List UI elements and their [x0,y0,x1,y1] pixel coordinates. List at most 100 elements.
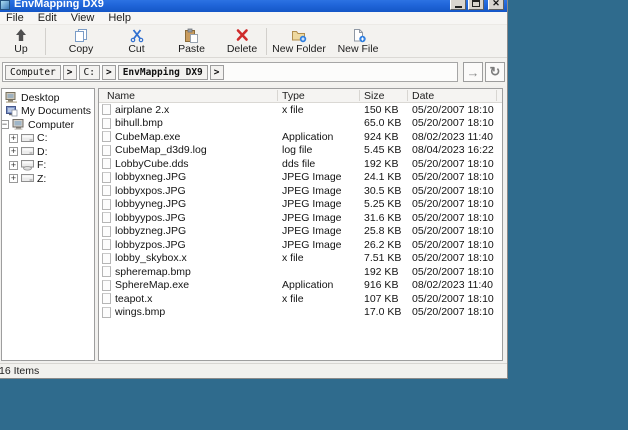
file-size: 30.5 KB [359,185,407,197]
refresh-icon: ↻ [490,64,501,80]
file-row[interactable]: lobbyypos.JPG JPEG Image 31.6 KB 05/20/2… [99,211,502,225]
file-icon [102,280,111,291]
drive-icon [21,146,35,157]
folder-tree-pane: Desktop My Documents − Computer + [1,88,95,361]
file-row[interactable]: lobbyyneg.JPG JPEG Image 5.25 KB 05/20/2… [99,198,502,212]
menu-item-help[interactable]: Help [101,12,138,25]
breadcrumb-segment-envmapping[interactable]: EnvMapping DX9 [118,65,208,80]
breadcrumb-segment-c-drive[interactable]: C: [79,65,100,80]
new-file-button[interactable]: New File [330,25,386,57]
cut-button[interactable]: Cut [109,25,164,57]
window-controls: ✕ [450,0,504,10]
file-row[interactable]: CubeMap.exe Application 924 KB 08/02/202… [99,130,502,144]
file-row[interactable]: lobbyxpos.JPG JPEG Image 30.5 KB 05/20/2… [99,184,502,198]
menu-item-edit[interactable]: Edit [31,12,64,25]
column-separator[interactable] [407,90,408,101]
close-button[interactable]: ✕ [488,0,504,10]
file-icon [102,158,111,169]
paste-icon [184,27,199,43]
expand-expander-icon[interactable]: + [9,134,18,143]
file-date: 05/20/2007 18:10 [407,306,502,318]
title-bar[interactable]: EnvMapping DX9 ✕ [0,0,507,12]
file-size: 31.6 KB [359,212,407,224]
tree-item-drive-d[interactable]: + D: [2,145,94,159]
menu-item-view[interactable]: View [64,12,102,25]
minimize-button[interactable] [450,0,466,10]
tree-item-drive-c[interactable]: + C: [2,132,94,146]
column-separator[interactable] [359,90,360,101]
tree-item-drive-f[interactable]: + F: [2,159,94,173]
file-icon [102,253,111,264]
file-type: JPEG Image [277,239,359,251]
expand-expander-icon[interactable]: + [9,161,18,170]
file-row[interactable]: lobbyzpos.JPG JPEG Image 26.2 KB 05/20/2… [99,238,502,252]
expand-expander-icon[interactable]: + [9,174,18,183]
toolbar-separator [266,28,267,55]
file-row[interactable]: teapot.x x file 107 KB 05/20/2007 18:10 [99,292,502,306]
file-row[interactable]: wings.bmp 17.0 KB 05/20/2007 18:10 [99,306,502,320]
column-header-date[interactable]: Date [407,90,502,102]
tree-item-computer[interactable]: − Computer [2,118,94,132]
file-name: lobbyzpos.JPG [115,239,186,251]
file-row[interactable]: CubeMap_d3d9.log log file 5.45 KB 08/04/… [99,144,502,158]
chevron-icon[interactable]: > [63,65,77,80]
file-row[interactable]: spheremap.bmp 192 KB 05/20/2007 18:10 [99,265,502,279]
tree-item-drive-z[interactable]: + Z: [2,172,94,186]
column-separator[interactable] [277,90,278,101]
refresh-button[interactable]: ↻ [485,62,505,82]
file-name: wings.bmp [115,306,165,318]
menu-item-file[interactable]: File [0,12,31,25]
delete-icon [235,27,249,43]
file-size: 17.0 KB [359,306,407,318]
toolbar-separator [45,28,46,55]
app-icon [0,0,10,10]
file-row[interactable]: SphereMap.exe Application 916 KB 08/02/2… [99,279,502,293]
file-type: JPEG Image [277,185,359,197]
new-folder-button[interactable]: New Folder [268,25,330,57]
tree-item-my-documents[interactable]: My Documents [2,105,94,119]
file-row[interactable]: LobbyCube.dds dds file 192 KB 05/20/2007… [99,157,502,171]
file-row[interactable]: lobbyxneg.JPG JPEG Image 24.1 KB 05/20/2… [99,171,502,185]
file-icon [102,293,111,304]
column-header-type[interactable]: Type [277,90,359,102]
file-name: CubeMap.exe [115,131,180,143]
paste-button[interactable]: Paste [164,25,219,57]
file-row[interactable]: lobbyzneg.JPG JPEG Image 25.8 KB 05/20/2… [99,225,502,239]
file-type: x file [277,252,359,264]
toolbar: Up Copy Cut Paste [0,25,507,58]
breadcrumb-segment-computer[interactable]: Computer [5,65,61,80]
file-size: 5.25 KB [359,198,407,210]
tree-item-desktop[interactable]: Desktop [2,91,94,105]
maximize-button[interactable] [468,0,484,10]
file-row[interactable]: airplane 2.x x file 150 KB 05/20/2007 18… [99,103,502,117]
file-type: JPEG Image [277,198,359,210]
file-name: lobbyxneg.JPG [115,171,186,183]
tree-item-label: Z: [37,173,46,185]
my-documents-icon [5,106,19,117]
file-row[interactable]: lobby_skybox.x x file 7.51 KB 05/20/2007… [99,252,502,266]
file-name: SphereMap.exe [115,279,189,291]
file-row[interactable]: bihull.bmp 65.0 KB 05/20/2007 18:10 [99,117,502,131]
address-bar[interactable]: Computer > C: > EnvMapping DX9 > [2,62,458,82]
chevron-icon[interactable]: > [102,65,116,80]
column-header-size[interactable]: Size [359,90,407,102]
drive-icon [21,173,35,184]
file-date: 05/20/2007 18:10 [407,198,502,210]
minimize-icon [455,6,462,8]
column-header-name[interactable]: Name [99,90,277,102]
up-arrow-icon [14,27,28,43]
file-date: 05/20/2007 18:10 [407,171,502,183]
file-date: 08/04/2023 16:22 [407,144,502,156]
file-size: 192 KB [359,266,407,278]
cut-icon [130,27,144,43]
expand-expander-icon[interactable]: + [9,147,18,156]
copy-button[interactable]: Copy [53,25,109,57]
tree-item-label: My Documents [21,105,91,117]
collapse-expander-icon[interactable]: − [1,120,9,129]
up-button[interactable]: Up [0,25,44,57]
file-type: log file [277,144,359,156]
delete-button[interactable]: Delete [219,25,265,57]
chevron-icon[interactable]: > [210,65,224,80]
go-button[interactable]: → [463,62,483,82]
column-separator[interactable] [496,90,497,101]
